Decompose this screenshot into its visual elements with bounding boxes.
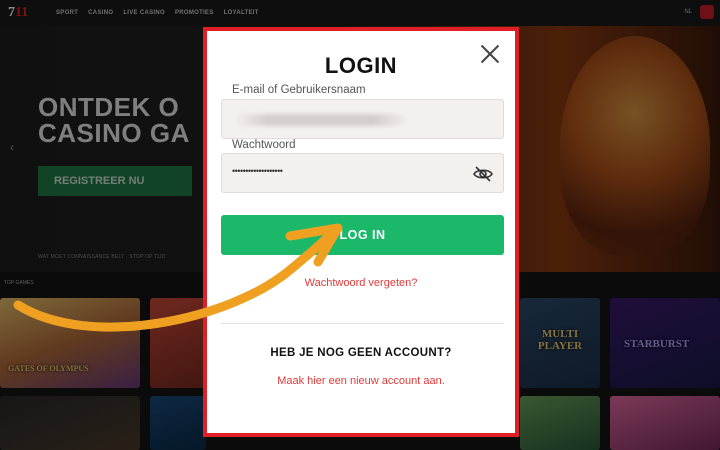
screenshot-stage: 7 11 SPORT CASINO LIVE CASINO PROMOTIES L… xyxy=(0,0,720,450)
annotation-arrow xyxy=(13,223,343,332)
